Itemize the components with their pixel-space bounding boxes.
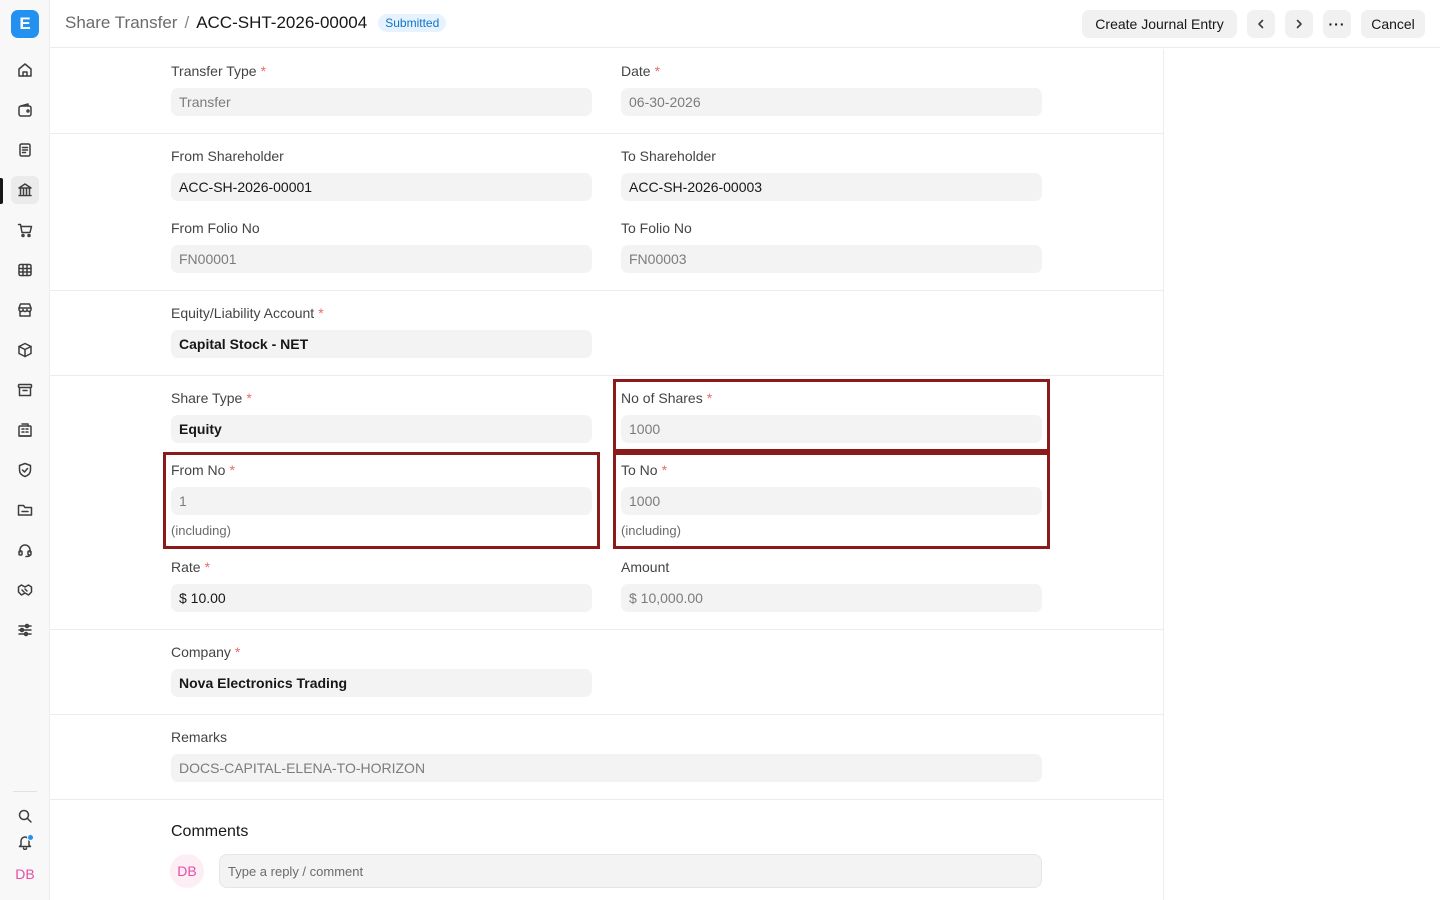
comment-input[interactable]: Type a reply / comment (219, 854, 1042, 888)
breadcrumb-separator: / (184, 13, 190, 32)
archive-icon[interactable] (11, 376, 39, 404)
table-icon[interactable] (11, 256, 39, 284)
section-divider (50, 799, 1163, 800)
user-avatar[interactable]: DB (11, 862, 39, 886)
remarks-field[interactable]: DOCS-CAPITAL-ELENA-TO-HORIZON (171, 754, 1042, 782)
building-icon[interactable] (11, 416, 39, 444)
sidebar-divider (13, 791, 37, 792)
date-label: Date * (621, 63, 661, 79)
bank-icon[interactable] (11, 176, 39, 204)
amount-label: Amount (621, 559, 670, 575)
chevron-right-icon (1296, 19, 1302, 29)
active-indicator (0, 178, 3, 204)
remarks-label: Remarks (171, 729, 228, 745)
rate-label: Rate * (171, 559, 211, 575)
sliders-icon[interactable] (11, 616, 39, 644)
amount-field[interactable]: $ 10,000.00 (621, 584, 1042, 612)
date-field[interactable]: 06-30-2026 (621, 88, 1042, 116)
previous-button[interactable] (1247, 10, 1275, 38)
search-icon[interactable] (11, 802, 39, 830)
highlight-from-no (163, 452, 600, 549)
from-folio-no-field[interactable]: FN00001 (171, 245, 592, 273)
transfer-type-field[interactable]: Transfer (171, 88, 592, 116)
cancel-button[interactable]: Cancel (1361, 10, 1425, 38)
company-field[interactable]: Nova Electronics Trading (171, 669, 592, 697)
share-type-label: Share Type * (171, 390, 252, 406)
store-icon[interactable] (11, 296, 39, 324)
to-folio-no-label: To Folio No (621, 220, 692, 236)
from-shareholder-label: From Shareholder (171, 148, 284, 164)
folder-icon[interactable] (11, 496, 39, 524)
more-icon: ··· (1328, 16, 1346, 32)
breadcrumb-parent[interactable]: Share Transfer (65, 13, 177, 33)
page-header: Share Transfer / ACC-SHT-2026-00004 Subm… (50, 0, 1440, 48)
from-shareholder-field[interactable]: ACC-SH-2026-00001 (171, 173, 592, 201)
comments-title: Comments (171, 823, 249, 840)
breadcrumb: Share Transfer / ACC-SHT-2026-00004 Subm… (65, 13, 447, 33)
headset-icon[interactable] (11, 536, 39, 564)
equity-account-field[interactable]: Capital Stock - NET (171, 330, 592, 358)
to-shareholder-field[interactable]: ACC-SH-2026-00003 (621, 173, 1042, 201)
to-shareholder-label: To Shareholder (621, 148, 716, 164)
comment-avatar: DB (170, 854, 204, 888)
section-divider (50, 714, 1163, 715)
highlight-no-of-shares (613, 379, 1050, 452)
share-type-field[interactable]: Equity (171, 415, 592, 443)
status-badge: Submitted (378, 14, 447, 32)
highlight-to-no (613, 452, 1050, 549)
to-folio-no-field[interactable]: FN00003 (621, 245, 1042, 273)
handshake-icon[interactable] (11, 576, 39, 604)
sidebar: E DB (0, 0, 50, 900)
notification-dot (27, 834, 34, 841)
company-label: Company * (171, 644, 241, 660)
section-divider (50, 629, 1163, 630)
create-journal-entry-button[interactable]: Create Journal Entry (1082, 10, 1237, 38)
more-actions-button[interactable]: ··· (1323, 10, 1351, 38)
section-divider (50, 133, 1163, 134)
chevron-left-icon (1258, 19, 1264, 29)
section-divider (50, 290, 1163, 291)
rate-field[interactable]: $ 10.00 (171, 584, 592, 612)
page-title: ACC-SHT-2026-00004 (196, 13, 368, 32)
section-divider (50, 375, 1163, 376)
bell-icon[interactable] (11, 828, 39, 856)
form-area: Transfer Type * Transfer Date * 06-30-2026… (50, 49, 1164, 900)
equity-account-label: Equity/Liability Account * (171, 305, 324, 321)
next-button[interactable] (1285, 10, 1313, 38)
document-icon[interactable] (11, 136, 39, 164)
transfer-type-label: Transfer Type * (171, 63, 267, 79)
shield-icon[interactable] (11, 456, 39, 484)
app-logo[interactable]: E (11, 10, 39, 38)
package-icon[interactable] (11, 336, 39, 364)
from-folio-no-label: From Folio No (171, 220, 260, 236)
home-icon[interactable] (11, 56, 39, 84)
cart-icon[interactable] (11, 216, 39, 244)
wallet-icon[interactable] (11, 96, 39, 124)
